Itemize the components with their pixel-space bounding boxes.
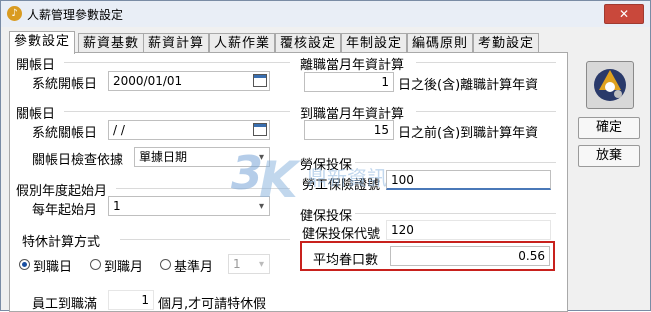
window-title: 人薪管理參數設定 xyxy=(27,8,124,22)
divider xyxy=(64,62,290,63)
open-date-field[interactable]: 2000/01/01 xyxy=(108,71,270,91)
tab-attendance[interactable]: 考勤設定 xyxy=(473,33,540,53)
tenure-months-field[interactable]: 1 xyxy=(108,290,154,310)
divider xyxy=(355,213,556,214)
leave-year-group-title: 假別年度起始月 xyxy=(16,184,108,199)
close-check-label: 關帳日檢查依據 xyxy=(32,153,124,168)
open-account-group-title: 開帳日 xyxy=(16,58,56,73)
radio-base-month[interactable] xyxy=(160,259,171,270)
labor-insurance-group-title: 勞保投保 xyxy=(300,158,353,173)
labor-insurance-label: 勞工保險證號 xyxy=(302,178,381,193)
app-icon: ♪ xyxy=(7,6,22,21)
tab-panel: 開帳日 系統開帳日 2000/01/01 關帳日 系統關帳日 / / 關帳日檢查… xyxy=(9,52,568,312)
radio-hire-date-label: 到職日 xyxy=(33,260,73,275)
divider xyxy=(116,188,290,189)
tab-salary-base[interactable]: 薪資基數 xyxy=(78,33,145,53)
title-bar: ♪ 人薪管理參數設定 ✕ xyxy=(1,1,650,27)
employee-tenure-label: 員工到職滿 xyxy=(32,297,98,312)
health-code-label: 健保投保代號 xyxy=(302,227,381,242)
divider xyxy=(416,62,556,63)
tab-parameter-settings[interactable]: 參數設定 xyxy=(9,31,76,54)
resign-day-field[interactable]: 1 xyxy=(304,72,394,92)
tab-salary-calc[interactable]: 薪資計算 xyxy=(143,33,210,53)
tenure-months-suffix: 個月,才可請特休假 xyxy=(158,297,267,312)
settings-window: ♪ 人薪管理參數設定 ✕ 參數設定 薪資基數 薪資計算 人薪作業 覆核設定 年制… xyxy=(0,0,651,312)
special-leave-group-title: 特休計算方式 xyxy=(22,235,101,250)
tab-hr-operations[interactable]: 人薪作業 xyxy=(209,33,276,53)
hire-day-suffix: 日之前(含)到職計算年資 xyxy=(398,126,539,141)
close-date-field[interactable]: / / xyxy=(108,120,270,140)
labor-insurance-field[interactable]: 100 xyxy=(386,170,551,190)
base-month-value: 1 xyxy=(233,257,241,271)
chevron-down-icon: ▾ xyxy=(258,201,264,212)
open-date-label: 系統開帳日 xyxy=(32,77,98,92)
close-check-select[interactable]: 單據日期 ▾ xyxy=(134,147,270,167)
leave-start-month-value: 1 xyxy=(113,199,121,213)
divider xyxy=(64,111,290,112)
chevron-down-icon: ▾ xyxy=(258,259,264,270)
open-date-value: 2000/01/01 xyxy=(113,74,183,88)
radio-hire-date[interactable] xyxy=(19,259,30,270)
tab-review-settings[interactable]: 覆核設定 xyxy=(275,33,342,53)
close-check-value: 單據日期 xyxy=(139,150,188,164)
highlight-box xyxy=(300,241,555,271)
hire-day-field[interactable]: 15 xyxy=(304,120,394,140)
cancel-button[interactable]: 放棄 xyxy=(578,145,640,167)
close-button[interactable]: ✕ xyxy=(604,4,644,24)
close-date-label: 系統關帳日 xyxy=(32,126,98,141)
radio-hire-month-label: 到職月 xyxy=(104,260,144,275)
leave-start-month-select[interactable]: 1 ▾ xyxy=(108,196,270,216)
calendar-icon[interactable] xyxy=(253,123,267,136)
resign-year-group-title: 離職當月年資計算 xyxy=(300,58,405,73)
divider xyxy=(355,162,556,163)
company-logo-icon xyxy=(586,61,634,109)
health-insurance-group-title: 健保投保 xyxy=(300,209,353,224)
leave-start-month-label: 每年起始月 xyxy=(32,203,98,218)
radio-hire-month[interactable] xyxy=(90,259,101,270)
health-code-field[interactable]: 120 xyxy=(386,220,551,240)
divider xyxy=(120,239,290,240)
tab-year-settings[interactable]: 年制設定 xyxy=(341,33,408,53)
base-month-select[interactable]: 1 ▾ xyxy=(228,254,270,274)
close-date-value: / / xyxy=(113,123,125,137)
side-panel: 確定 放棄 xyxy=(568,53,648,309)
radio-base-month-label: 基準月 xyxy=(174,260,214,275)
chevron-down-icon: ▾ xyxy=(258,152,264,163)
close-account-group-title: 關帳日 xyxy=(16,107,56,122)
tab-coding-rules[interactable]: 編碼原則 xyxy=(407,33,474,53)
resign-day-suffix: 日之後(含)離職計算年資 xyxy=(398,78,539,93)
calendar-icon[interactable] xyxy=(253,74,267,87)
divider xyxy=(416,111,556,112)
confirm-button[interactable]: 確定 xyxy=(578,117,640,139)
